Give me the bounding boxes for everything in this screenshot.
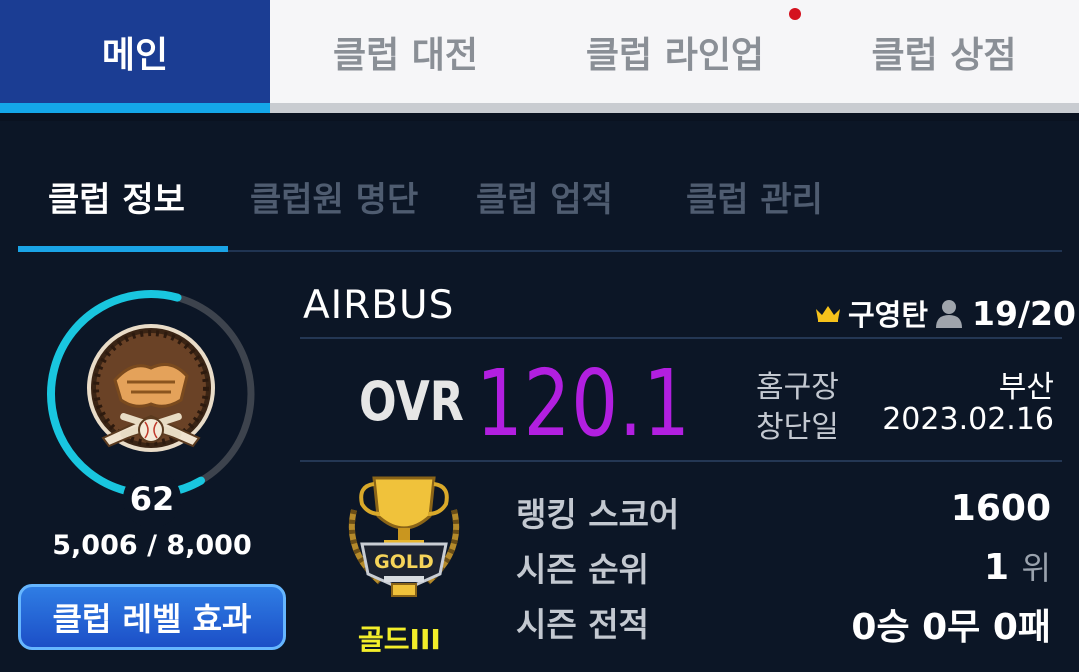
active-subtab-indicator	[18, 246, 228, 252]
club-name: AIRBUS	[303, 283, 455, 328]
club-level-effect-button[interactable]: 클럽 레벨 효과	[18, 584, 286, 650]
founded-value: 2023.02.16	[882, 402, 1054, 437]
top-tab-bar: 메인 클럽 대전 클럽 라인업 클럽 상점	[0, 0, 1079, 113]
tab-main[interactable]: 메인	[0, 0, 270, 113]
trophy-text: GOLD	[374, 551, 434, 573]
tab-club-battle-label: 클럽 대전	[332, 34, 478, 76]
season-rank-unit: 위	[1021, 549, 1051, 587]
club-emblem-icon	[87, 324, 215, 452]
tab-club-shop-label: 클럽 상점	[871, 34, 1017, 76]
club-owner: 구영탄 19/20	[814, 292, 1076, 334]
crown-icon	[816, 306, 840, 322]
founded-label: 창단일	[756, 410, 839, 445]
owner-name: 구영탄	[848, 298, 929, 332]
season-rank-label: 시즌 순위	[516, 550, 649, 589]
notification-dot	[789, 8, 801, 20]
gold-tier-trophy-icon: GOLD	[348, 476, 460, 597]
tab-main-label: 메인	[101, 34, 169, 76]
tab-club-lineup-label: 클럽 라인업	[585, 34, 765, 76]
subtab-club-achievements[interactable]: 클럽 업적	[476, 172, 613, 221]
sub-tab-bar: 클럽 정보 클럽원 명단 클럽 업적 클럽 관리	[18, 150, 1062, 252]
ranking-score-label: 랭킹 스코어	[516, 495, 680, 534]
ovr-value: 120.1	[476, 350, 691, 457]
club-level-badge: 62	[123, 470, 181, 528]
top-divider	[0, 113, 1079, 121]
home-stadium-value: 부산	[998, 370, 1054, 405]
season-record-value: 0승 0무 0패	[851, 607, 1051, 648]
tier-name: 골드III	[358, 623, 441, 656]
club-exp-text: 5,006 / 8,000	[52, 530, 252, 561]
divider	[300, 460, 1062, 462]
home-stadium-label: 홈구장	[756, 370, 839, 405]
season-record-label: 시즌 전적	[516, 605, 649, 644]
tab-club-lineup[interactable]: 클럽 라인업	[541, 0, 809, 113]
member-count: 19/20	[972, 293, 1076, 333]
tab-club-battle[interactable]: 클럽 대전	[270, 0, 541, 113]
person-icon	[936, 300, 963, 328]
subtab-club-info[interactable]: 클럽 정보	[48, 172, 185, 221]
divider	[300, 337, 1062, 339]
ranking-score-value: 1600	[950, 488, 1051, 529]
subtab-club-management[interactable]: 클럽 관리	[686, 172, 823, 221]
subtab-member-list[interactable]: 클럽원 명단	[250, 172, 418, 221]
season-rank: 1 위	[984, 543, 1051, 589]
tab-club-shop[interactable]: 클럽 상점	[809, 0, 1079, 113]
season-rank-value: 1	[983, 547, 1009, 588]
ovr-label: OVR	[359, 370, 464, 433]
